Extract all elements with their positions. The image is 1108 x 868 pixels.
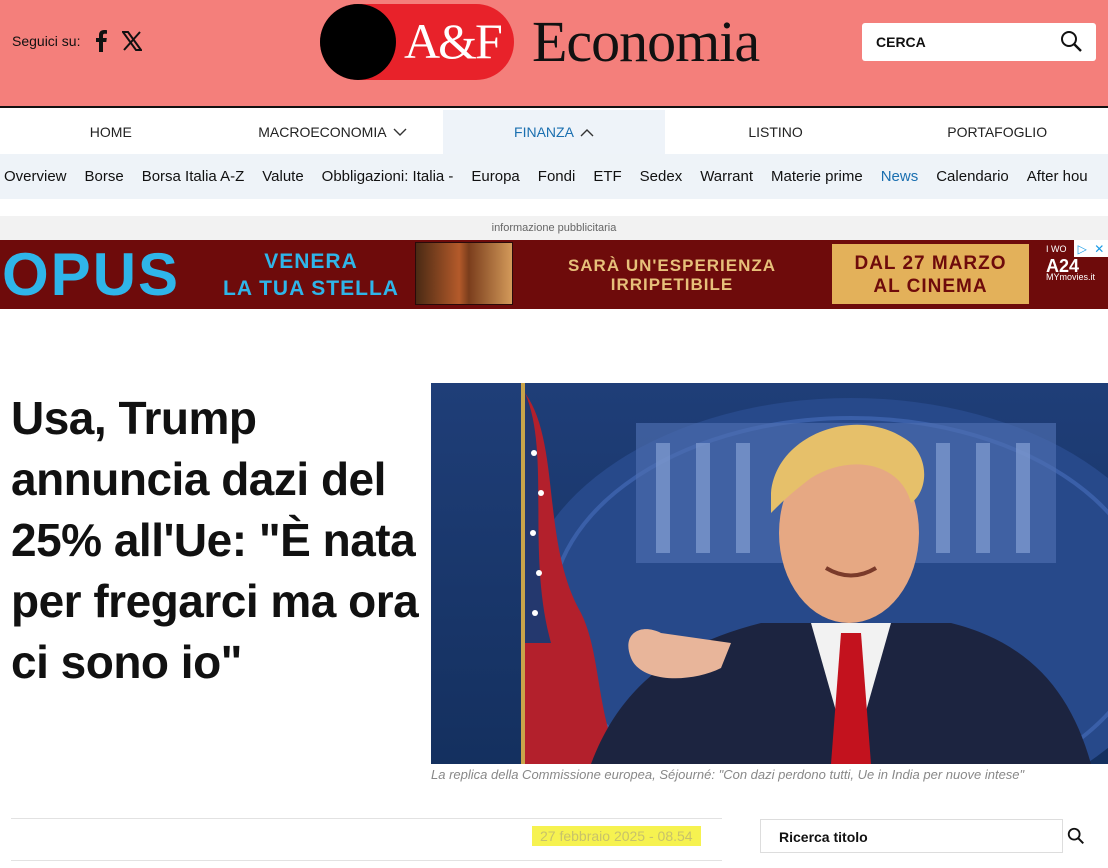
subnav-item-borsa-italia[interactable]: Borsa Italia A-Z — [133, 168, 254, 185]
chevron-up-icon — [580, 124, 594, 140]
site-header: Seguici su: A&F Economia CERCA — [0, 0, 1108, 108]
x-twitter-icon[interactable] — [122, 31, 143, 51]
article-photo-caption: La replica della Commissione europea, Sé… — [431, 767, 1025, 782]
nav-item-portafoglio[interactable]: PORTAFOGLIO — [886, 110, 1108, 154]
ad-middle-text: SARÀ UN'ESPERIENZA IRRIPETIBILE — [532, 256, 812, 294]
ad-poster-image — [415, 242, 513, 305]
ad-release-date: DAL 27 MARZO AL CINEMA — [832, 244, 1029, 304]
ad-middle-line-1: SARÀ UN'ESPERIENZA — [567, 256, 777, 275]
search-icon[interactable] — [1066, 826, 1086, 851]
header-search[interactable]: CERCA — [862, 23, 1096, 61]
logo-af-text: A&F — [404, 13, 503, 69]
ad-date-line-1: DAL 27 MARZO — [854, 253, 1007, 274]
subnav-item-borse[interactable]: Borse — [76, 168, 133, 185]
ad-brand-top: I WO — [1046, 244, 1067, 254]
ad-tagline-line-2: LA TUA STELLA — [223, 277, 399, 300]
subnav-item-calendario[interactable]: Calendario — [927, 168, 1018, 185]
sub-nav: Overview Borse Borsa Italia A-Z Valute O… — [0, 154, 1108, 199]
nav-item-listino[interactable]: LISTINO — [665, 110, 887, 154]
article-headline: Usa, Trump annuncia dazi del 25% all'Ue:… — [11, 392, 419, 688]
search-icon[interactable] — [1060, 30, 1082, 55]
ad-controls: ▷ ✕ — [1074, 240, 1108, 257]
subnav-item-after-hours[interactable]: After hou — [1018, 168, 1097, 185]
nav-item-label: MACROECONOMIA — [258, 124, 387, 140]
ad-date-line-2: AL CINEMA — [873, 276, 988, 297]
subnav-item-sedex[interactable]: Sedex — [631, 168, 692, 185]
divider — [11, 860, 722, 861]
subnav-item-valute[interactable]: Valute — [253, 168, 312, 185]
subnav-item-materie-prime[interactable]: Materie prime — [762, 168, 872, 185]
logo-badge: A&F — [320, 4, 514, 80]
article-date: 27 febbraio 2025 - 08.54 — [532, 826, 701, 846]
nav-item-home[interactable]: HOME — [0, 110, 222, 154]
subnav-item-overview[interactable]: Overview — [0, 168, 76, 185]
ad-brand-a24: A24 — [1046, 256, 1080, 276]
ad-middle-line-2: IRRIPETIBILE — [610, 275, 734, 294]
subnav-item-news[interactable]: News — [872, 168, 928, 185]
article-photo — [431, 383, 1108, 764]
ad-title: OPUS — [2, 241, 181, 308]
ad-tagline: VENERA LA TUA STELLA — [216, 248, 406, 302]
divider — [11, 818, 722, 819]
chevron-down-icon — [393, 124, 407, 140]
facebook-icon[interactable] — [94, 30, 108, 52]
subnav-item-europa[interactable]: Europa — [462, 168, 528, 185]
ad-brand-bottom: MYmovies.it — [1046, 272, 1096, 282]
ad-banner[interactable]: OPUS VENERA LA TUA STELLA SARÀ UN'ESPERI… — [0, 240, 1108, 309]
nav-item-label: PORTAFOGLIO — [947, 124, 1048, 140]
subnav-item-etf[interactable]: ETF — [584, 168, 630, 185]
nav-item-label: FINANZA — [514, 124, 574, 140]
nav-item-label: LISTINO — [748, 124, 803, 140]
social-links: Seguici su: — [12, 30, 143, 52]
adchoices-icon[interactable]: ▷ — [1078, 242, 1087, 256]
ad-tagline-line-1: VENERA — [264, 250, 358, 273]
nav-item-label: HOME — [89, 124, 132, 140]
nav-item-macroeconomia[interactable]: MACROECONOMIA — [222, 110, 444, 154]
logo-dot — [320, 4, 396, 80]
close-icon[interactable]: ✕ — [1094, 242, 1104, 256]
title-search-input[interactable]: Ricerca titolo — [760, 819, 1063, 853]
subnav-item-obbligazioni[interactable]: Obbligazioni: Italia - — [313, 168, 463, 185]
logo-brand-text: Economia — [532, 9, 760, 74]
main-nav: HOME MACROECONOMIA FINANZA LISTINO PORTA… — [0, 110, 1108, 154]
nav-item-finanza[interactable]: FINANZA — [443, 110, 665, 154]
site-logo[interactable]: A&F Economia — [320, 4, 760, 80]
subnav-item-warrant[interactable]: Warrant — [691, 168, 762, 185]
subnav-item-fondi[interactable]: Fondi — [529, 168, 585, 185]
ad-label: informazione pubblicitaria — [0, 216, 1108, 240]
follow-label: Seguici su: — [12, 33, 81, 49]
search-label: CERCA — [876, 34, 926, 50]
